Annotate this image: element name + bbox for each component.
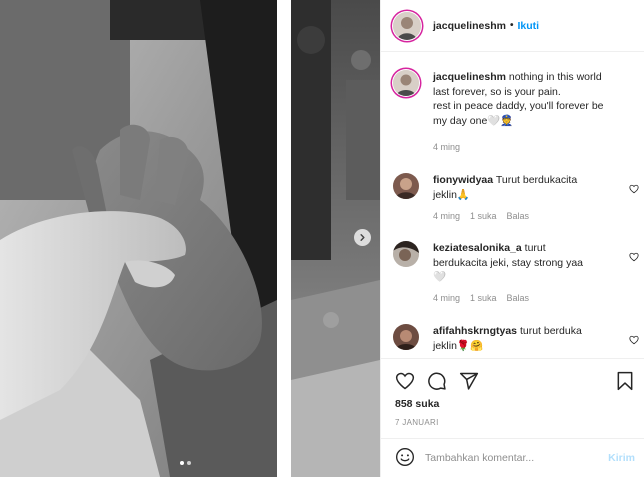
comment-username[interactable]: keziatesalonika_a — [433, 242, 522, 254]
heart-icon — [629, 335, 639, 345]
avatar-image — [393, 324, 419, 350]
comment-timestamp[interactable]: 4 ming — [433, 293, 460, 303]
like-comment-button[interactable] — [629, 335, 639, 348]
next-photo-button[interactable] — [354, 229, 371, 246]
commenter-avatar[interactable] — [393, 324, 419, 350]
author-username[interactable]: jacquelineshm — [433, 20, 506, 32]
comment-item: keziatesalonika_a turut berdukacita jeki… — [393, 241, 639, 316]
comment-username[interactable]: afifahhskrngtyas — [433, 325, 517, 337]
comment-text: fionywidyaa Turut berdukacita jeklin🙏 — [433, 173, 623, 202]
comment-likes[interactable]: 1 suka — [470, 293, 497, 303]
carousel-dots — [180, 461, 191, 465]
bookmark-icon — [617, 371, 633, 391]
reply-button[interactable]: Balas — [507, 293, 530, 303]
comment-item: afifahhskrngtyas turut berduka jeklin🌹🤗 — [393, 324, 639, 358]
heart-icon — [395, 372, 415, 390]
comments-list[interactable]: jacquelineshm nothing in this world last… — [381, 56, 644, 358]
caption-timestamp[interactable]: 4 ming — [433, 142, 460, 152]
commenter-avatar[interactable] — [393, 173, 419, 199]
caption-meta: 4 ming — [433, 142, 460, 152]
emoji-icon — [396, 447, 414, 466]
comment-line: Turut berdukacita — [495, 174, 578, 186]
carousel-gap — [277, 0, 291, 477]
avatar-image — [393, 241, 419, 267]
post-comment-button[interactable]: Kirim — [608, 452, 635, 464]
comment-item: fionywidyaa Turut berdukacita jeklin🙏 4 … — [393, 173, 639, 233]
comment-composer: Kirim — [381, 438, 644, 477]
reply-button[interactable]: Balas — [507, 211, 530, 221]
likes-count[interactable]: 858 suka — [395, 398, 439, 410]
heart-icon — [629, 252, 639, 262]
heart-icon — [629, 184, 639, 194]
caption-line: nothing in this world — [508, 71, 602, 83]
author-avatar[interactable] — [393, 11, 421, 40]
carousel-dot — [187, 461, 191, 465]
like-comment-button[interactable] — [629, 184, 639, 197]
post-caption: jacquelineshm nothing in this world last… — [393, 70, 639, 160]
comment-text: keziatesalonika_a turut berdukacita jeki… — [433, 241, 623, 285]
caption-line: rest in peace daddy, you'll forever be — [433, 100, 604, 112]
avatar-image — [393, 173, 419, 199]
comment-button[interactable] — [427, 371, 447, 394]
carousel-dot-active — [180, 461, 184, 465]
comment-text: afifahhskrngtyas turut berduka jeklin🌹🤗 — [433, 324, 623, 353]
caption-line: last forever, so is your pain. — [433, 85, 561, 98]
follow-button[interactable]: Ikuti — [517, 20, 539, 32]
share-button[interactable] — [459, 371, 479, 394]
avatar-image — [393, 70, 419, 96]
action-icons — [395, 371, 479, 394]
post-header: jacquelineshm • Ikuti — [381, 0, 644, 52]
comment-line: jeklin🌹🤗 — [433, 339, 484, 352]
like-button[interactable] — [395, 371, 415, 394]
save-button[interactable] — [615, 371, 635, 394]
caption-username[interactable]: jacquelineshm — [433, 71, 506, 83]
comment-line: turut — [524, 242, 546, 254]
caption-text: jacquelineshm nothing in this world last… — [433, 70, 633, 128]
comment-line: 🤍 — [433, 271, 447, 283]
comment-line: berdukacita jeki, stay strong yaa — [433, 256, 583, 269]
caption-line: my day one🤍👮 — [433, 114, 514, 127]
post-media[interactable] — [0, 0, 380, 477]
comment-input[interactable] — [425, 452, 595, 464]
post-actions: 858 suka 7 JANUARI — [381, 358, 644, 438]
avatar-image — [393, 11, 421, 40]
emoji-button[interactable] — [395, 447, 415, 470]
post-date[interactable]: 7 JANUARI — [395, 418, 439, 427]
post-photo[interactable] — [0, 0, 277, 477]
comment-meta: 4 ming 1 suka Balas — [433, 211, 529, 221]
share-icon — [459, 372, 479, 390]
like-comment-button[interactable] — [629, 252, 639, 265]
comment-line: jeklin🙏 — [433, 188, 471, 201]
caption-avatar[interactable] — [393, 70, 419, 96]
commenter-avatar[interactable] — [393, 241, 419, 267]
comment-timestamp[interactable]: 4 ming — [433, 211, 460, 221]
comment-line: turut berduka — [519, 325, 582, 337]
comment-likes[interactable]: 1 suka — [470, 211, 497, 221]
post-details-panel: jacquelineshm • Ikuti jacquelineshm noth… — [380, 0, 644, 477]
comment-meta: 4 ming 1 suka Balas — [433, 293, 529, 303]
chevron-right-icon — [360, 234, 365, 241]
comment-username[interactable]: fionywidyaa — [433, 174, 493, 186]
separator-dot: • — [509, 20, 514, 31]
comment-icon — [428, 372, 446, 390]
hands-photo-image — [0, 0, 277, 477]
